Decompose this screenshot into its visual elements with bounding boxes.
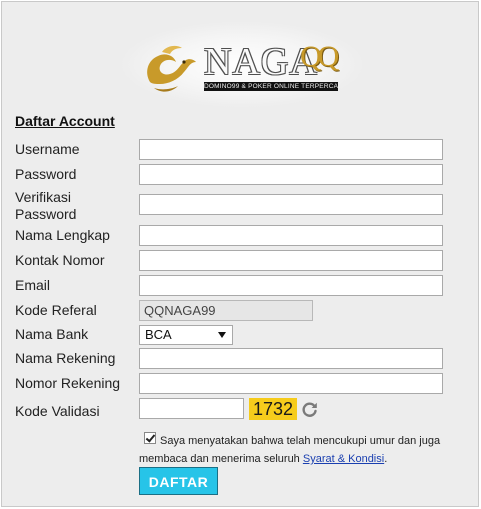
registration-panel: NAGA QQ DOMINO99 & POKER ONLINE TERPERCA… xyxy=(1,1,479,507)
full-name-label: Nama Lengkap xyxy=(15,227,110,243)
password-label: Password xyxy=(15,166,77,182)
dropdown-caret-icon xyxy=(218,332,226,338)
bank-select[interactable]: BCA xyxy=(139,325,233,345)
bank-label: Nama Bank xyxy=(15,326,89,342)
agreement-line1: Saya menyatakan bahwa telah mencukupi um… xyxy=(160,435,441,447)
refresh-icon[interactable] xyxy=(301,401,318,418)
agreement-line2: membaca dan menerima seluruh Syarat & Ko… xyxy=(139,450,449,468)
full-name-field[interactable] xyxy=(139,225,443,246)
account-name-label: Nama Rekening xyxy=(15,350,116,366)
agreement-text: Saya menyatakan bahwa telah mencukupi um… xyxy=(139,432,449,468)
email-field[interactable] xyxy=(139,275,443,296)
terms-link[interactable]: Syarat & Kondisi xyxy=(303,453,384,465)
account-number-label: Nomor Rekening xyxy=(15,375,121,391)
brand-suffix: QQ xyxy=(300,40,339,73)
contact-label: Kontak Nomor xyxy=(15,252,105,268)
form-title: Daftar Account xyxy=(15,113,115,129)
agreement-line2-prefix: membaca dan menerima seluruh xyxy=(139,453,300,465)
dragon-logo-icon xyxy=(147,45,196,92)
register-button[interactable]: DAFTAR xyxy=(139,467,218,495)
verify-password-label: Verifikasi Password xyxy=(15,189,76,223)
referral-label: Kode Referal xyxy=(15,302,97,318)
referral-field: QQNAGA99 xyxy=(139,300,313,321)
email-label: Email xyxy=(15,277,51,293)
username-label: Username xyxy=(15,141,80,157)
verify-password-field[interactable] xyxy=(139,194,443,215)
password-field[interactable] xyxy=(139,164,443,185)
verify-password-label-line1: Verifikasi xyxy=(15,189,72,205)
verify-password-label-line2: Password xyxy=(15,206,77,222)
account-name-field[interactable] xyxy=(139,348,443,369)
brand-tagline: DOMINO99 & POKER ONLINE TERPERCAYA xyxy=(204,82,338,91)
contact-field[interactable] xyxy=(139,250,443,271)
account-number-field[interactable] xyxy=(139,373,443,394)
validation-label: Kode Validasi xyxy=(15,403,100,419)
agreement-line2-suffix: . xyxy=(384,453,388,465)
captcha-code: 1732 xyxy=(249,398,297,420)
brand-logo: NAGA QQ DOMINO99 & POKER ONLINE TERPERCA… xyxy=(122,22,362,107)
validation-code-field[interactable] xyxy=(139,398,244,419)
username-field[interactable] xyxy=(139,139,443,160)
bank-select-value: BCA xyxy=(145,327,172,342)
